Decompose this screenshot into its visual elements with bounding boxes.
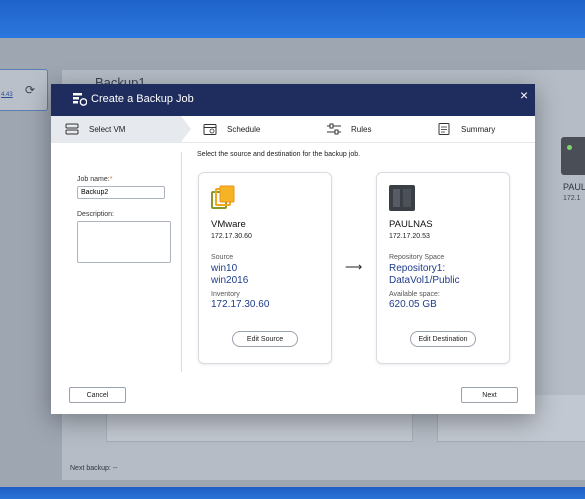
step-label: Summary bbox=[461, 124, 496, 134]
edit-destination-button[interactable]: Edit Destination bbox=[410, 331, 476, 347]
dialog-title: Create a Backup Job bbox=[91, 93, 194, 105]
job-name-label: Job name:* bbox=[77, 176, 113, 183]
repository-value: Repository1: bbox=[389, 263, 446, 274]
dialog-header: Create a Backup Job × bbox=[51, 84, 535, 116]
nas-icon bbox=[389, 185, 415, 211]
available-space-label: Available space: bbox=[389, 291, 440, 298]
refresh-icon[interactable]: ⟳ bbox=[25, 83, 35, 97]
source-name: VMware bbox=[211, 219, 246, 230]
repository-label: Repository Space bbox=[389, 254, 445, 261]
repository-path: DataVol1/Public bbox=[389, 275, 460, 286]
description-textarea[interactable] bbox=[77, 221, 171, 263]
backup-job-icon bbox=[73, 93, 87, 106]
form-divider bbox=[181, 152, 182, 372]
source-vm: win10 bbox=[211, 263, 238, 274]
app-top-bar bbox=[0, 0, 585, 38]
cancel-button[interactable]: Cancel bbox=[69, 387, 126, 403]
vmware-logo-icon bbox=[211, 185, 235, 209]
source-vm: win2016 bbox=[211, 275, 249, 286]
step-summary[interactable]: Summary bbox=[423, 116, 495, 142]
inventory-value: 172.17.30.60 bbox=[211, 299, 270, 310]
create-backup-job-dialog: Create a Backup Job × Select VM Schedule bbox=[51, 84, 535, 414]
background-nas-name: PAUL bbox=[563, 182, 585, 192]
inventory-label: Inventory bbox=[211, 291, 240, 298]
step-label: Select VM bbox=[89, 124, 126, 134]
next-backup-text: Next backup: -- bbox=[70, 465, 118, 472]
destination-card: PAULNAS 172.17.20.53 Repository Space Re… bbox=[376, 172, 510, 364]
destination-name: PAULNAS bbox=[389, 219, 433, 230]
source-card: VMware 172.17.30.60 Source win10 win2016… bbox=[198, 172, 332, 364]
destination-ip: 172.17.20.53 bbox=[389, 233, 430, 240]
job-name-input[interactable] bbox=[77, 186, 165, 199]
source-label: Source bbox=[211, 254, 234, 261]
close-icon[interactable]: × bbox=[520, 87, 528, 103]
description-label: Description: bbox=[77, 211, 114, 218]
document-icon bbox=[438, 123, 450, 135]
server-icon bbox=[65, 123, 79, 135]
arrow-right-icon: ⟶ bbox=[345, 260, 363, 274]
background-nas-ip: 172.1 bbox=[563, 195, 581, 202]
step-label: Rules bbox=[351, 124, 372, 134]
wizard-steps: Select VM Schedule Rules Summary bbox=[51, 116, 535, 143]
calendar-icon bbox=[203, 124, 217, 135]
background-job-link[interactable]: 4.43 bbox=[1, 92, 13, 98]
instruction-text: Select the source and destination for th… bbox=[197, 151, 361, 158]
step-rules[interactable]: Rules bbox=[313, 116, 371, 142]
edit-source-button[interactable]: Edit Source bbox=[232, 331, 298, 347]
next-button[interactable]: Next bbox=[461, 387, 518, 403]
source-ip: 172.17.30.60 bbox=[211, 233, 252, 240]
required-marker: * bbox=[109, 176, 113, 183]
available-space-value: 620.05 GB bbox=[389, 299, 437, 310]
step-select-vm[interactable]: Select VM bbox=[51, 116, 191, 142]
step-label: Schedule bbox=[227, 124, 261, 134]
app-bottom-bar bbox=[0, 487, 585, 499]
background-job-card[interactable]: 4.43 ⟳ bbox=[0, 69, 48, 111]
sliders-icon bbox=[327, 123, 341, 135]
nas-device-icon bbox=[561, 137, 585, 175]
step-schedule[interactable]: Schedule bbox=[189, 116, 260, 142]
